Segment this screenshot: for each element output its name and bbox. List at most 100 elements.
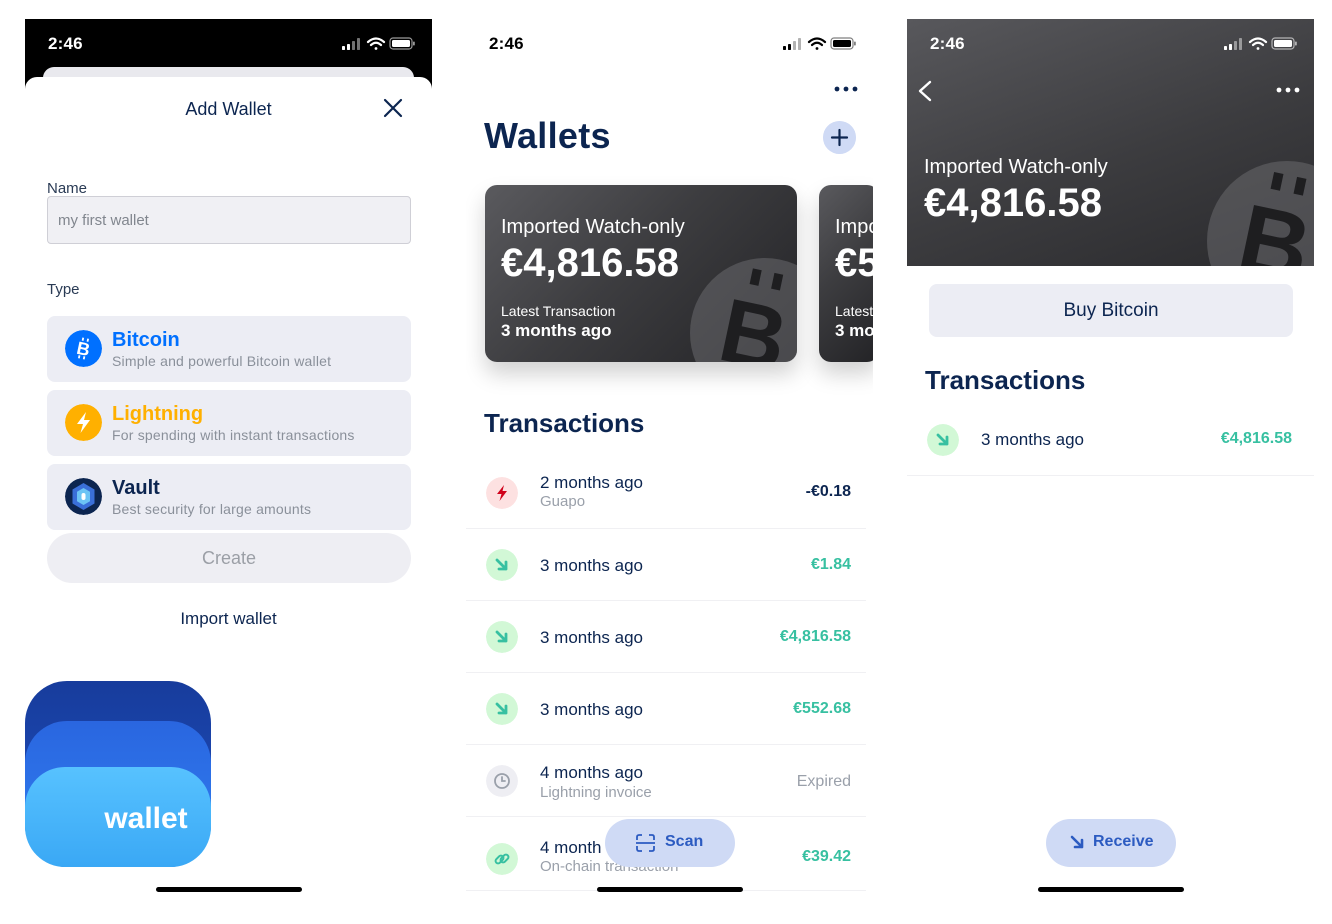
wallet-label: Impo — [835, 216, 873, 238]
import-wallet-link[interactable]: Import wallet — [25, 609, 432, 629]
transaction-time: 3 months ago — [540, 628, 644, 647]
buy-bitcoin-button[interactable]: Buy Bitcoin — [929, 284, 1293, 337]
transaction-amount: €4,816.58 — [779, 628, 851, 645]
latest-transaction-label: Latest Transaction — [501, 303, 616, 319]
transaction-amount: €4,816.58 — [1220, 430, 1292, 447]
incoming-arrow-icon — [927, 424, 959, 456]
incoming-arrow-icon — [486, 693, 518, 725]
clock-icon — [486, 765, 518, 797]
bitcoin-watermark-icon: B — [1207, 161, 1314, 266]
transaction-row[interactable]: 3 months ago €4,816.58 — [466, 601, 866, 673]
type-title: Vault — [112, 477, 160, 499]
transaction-amount: €1.84 — [810, 556, 851, 573]
transaction-memo: Lightning invoice — [540, 784, 652, 801]
bitcoin-icon: B — [65, 330, 102, 367]
scan-icon — [636, 834, 655, 852]
sheet-title: Add Wallet — [185, 99, 272, 119]
wallet-name-input[interactable] — [47, 196, 411, 244]
status-icons — [1224, 37, 1297, 50]
signal-icon — [1224, 38, 1242, 50]
wifi-icon — [366, 37, 386, 50]
signal-icon — [342, 38, 360, 50]
transaction-row[interactable]: 4 months ago Lightning invoice Expired — [466, 745, 866, 817]
wallet-card[interactable]: B Imported Watch-only €4,816.58 Latest T… — [485, 185, 797, 362]
transactions-title: Transactions — [484, 408, 645, 438]
add-wallet-screen: 2:46 Add Wallet Name Type B Bitcoin Simp… — [25, 19, 432, 899]
transaction-amount: -€0.18 — [805, 483, 851, 500]
transaction-memo: Guapo — [540, 493, 586, 510]
status-icons — [342, 37, 415, 50]
receive-arrow-icon — [1070, 835, 1084, 849]
home-indicator — [597, 887, 743, 892]
add-wallet-button[interactable] — [823, 121, 856, 154]
latest-transaction-value: 3 mo — [835, 321, 873, 340]
battery-icon — [1271, 37, 1297, 50]
battery-icon — [389, 37, 415, 50]
transaction-time: 3 months ago — [540, 556, 644, 575]
wallets-screen: 2:46 Wallets B Imported Watch-only €4,81… — [466, 19, 873, 899]
page-title: Wallets — [484, 115, 611, 156]
scan-label: Scan — [665, 833, 704, 850]
type-title: Bitcoin — [112, 329, 180, 351]
transaction-amount: €39.42 — [802, 848, 851, 865]
type-label: Type — [47, 281, 80, 298]
latest-transaction-value: 3 months ago — [501, 321, 612, 340]
receive-button[interactable]: Receive — [1046, 819, 1176, 867]
wifi-icon — [807, 37, 827, 50]
vault-icon — [65, 478, 102, 515]
signal-icon — [783, 38, 801, 50]
home-indicator — [156, 887, 302, 892]
transaction-time: 4 months ago — [540, 763, 644, 782]
type-option-vault[interactable]: Vault Best security for large amounts — [47, 464, 411, 530]
status-time: 2:46 — [930, 34, 965, 53]
wallet-balance: €4,816.58 — [501, 241, 679, 285]
transaction-time: 4 month — [540, 838, 602, 857]
home-indicator — [1038, 887, 1184, 892]
transaction-row[interactable]: 3 months ago €4,816.58 — [907, 404, 1314, 476]
transaction-time: 3 months ago — [540, 700, 644, 719]
status-icons — [783, 37, 856, 50]
transaction-status: Expired — [796, 773, 851, 790]
transactions-title: Transactions — [925, 365, 1086, 395]
close-icon[interactable] — [382, 97, 404, 119]
more-options-icon[interactable] — [1276, 87, 1300, 93]
battery-icon — [830, 37, 856, 50]
type-subtitle: Simple and powerful Bitcoin wallet — [112, 353, 332, 369]
transaction-time: 2 months ago — [540, 473, 644, 492]
name-label: Name — [47, 180, 88, 197]
wallet-detail-screen: B 2:46 Imported Watch-only €4,816.58 Buy… — [907, 19, 1314, 899]
status-time: 2:46 — [48, 34, 83, 53]
type-option-bitcoin[interactable]: B Bitcoin Simple and powerful Bitcoin wa… — [47, 316, 411, 382]
transaction-row[interactable]: 2 months ago Guapo -€0.18 — [466, 457, 866, 529]
type-subtitle: Best security for large amounts — [112, 501, 312, 517]
incoming-arrow-icon — [486, 621, 518, 653]
transaction-row[interactable]: 3 months ago €552.68 — [466, 673, 866, 745]
scan-button[interactable]: Scan — [605, 819, 735, 867]
create-button[interactable]: Create — [47, 533, 411, 583]
status-bar: 2:46 — [25, 19, 432, 69]
type-title: Lightning — [112, 403, 204, 425]
logo-text: wallet — [103, 802, 187, 835]
back-chevron-icon[interactable] — [916, 79, 934, 103]
status-bar: 2:46 — [907, 19, 1314, 69]
wifi-icon — [1248, 37, 1268, 50]
more-options-icon[interactable] — [834, 86, 858, 92]
bluewallet-logo: wallet — [25, 681, 211, 867]
link-icon — [486, 843, 518, 875]
status-bar: 2:46 — [466, 19, 873, 69]
incoming-arrow-icon — [486, 549, 518, 581]
wallet-header: B 2:46 Imported Watch-only €4,816.58 — [907, 19, 1314, 266]
wallet-card-peek[interactable]: Impo €5 Latest 3 mo — [819, 185, 873, 362]
add-wallet-sheet: Add Wallet Name Type B Bitcoin Simple an… — [25, 77, 432, 899]
type-subtitle: For spending with instant transactions — [112, 427, 355, 443]
lightning-out-icon — [486, 477, 518, 509]
wallet-balance: €5 — [835, 241, 873, 285]
status-time: 2:46 — [489, 34, 524, 53]
receive-label: Receive — [1093, 833, 1154, 850]
transaction-amount: €552.68 — [793, 700, 851, 717]
transaction-row[interactable]: 3 months ago €1.84 — [466, 529, 866, 601]
lightning-icon — [65, 404, 102, 441]
type-option-lightning[interactable]: Lightning For spending with instant tran… — [47, 390, 411, 456]
wallet-balance: €4,816.58 — [924, 181, 1102, 225]
wallet-label: Imported Watch-only — [501, 216, 685, 238]
